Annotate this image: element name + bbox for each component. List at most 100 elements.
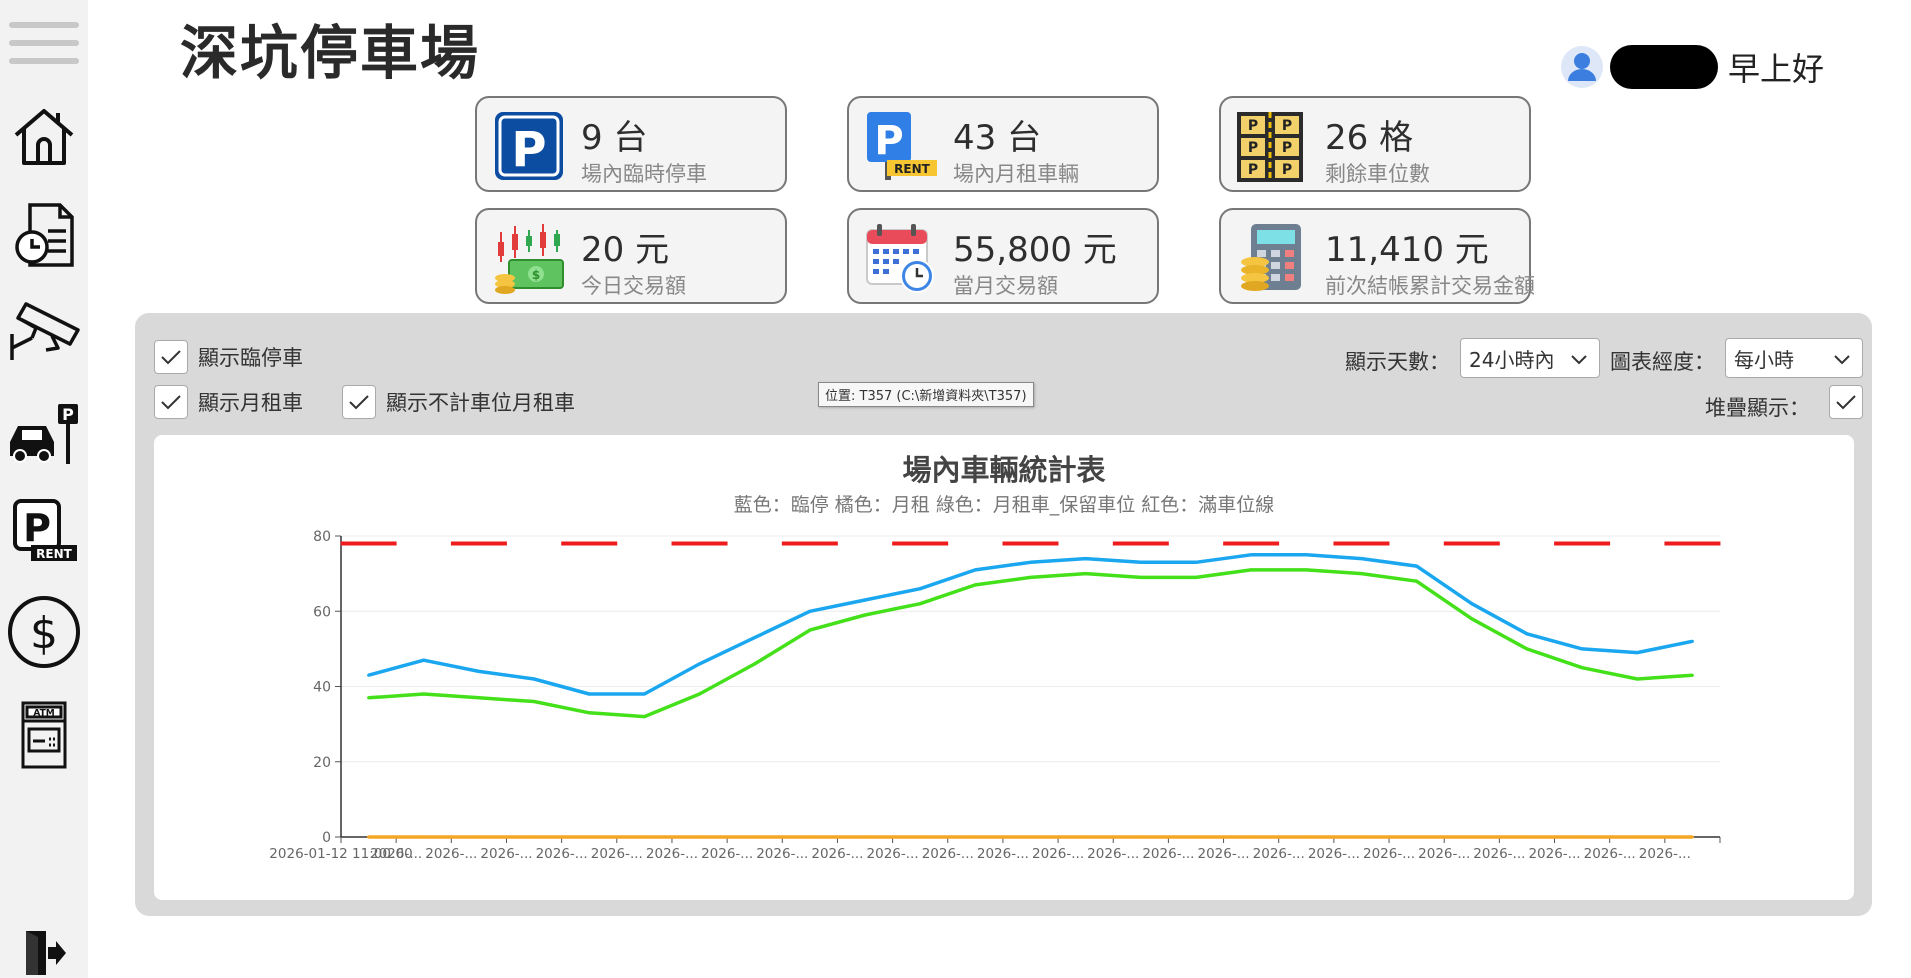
- home-icon[interactable]: [4, 104, 84, 168]
- x-tick-label: 2026-...: [1363, 846, 1415, 862]
- data-point: [587, 835, 591, 839]
- data-point: [973, 568, 977, 572]
- x-tick-label: 2026-...: [867, 846, 919, 862]
- parking-rent-sidebar-icon[interactable]: P RENT: [4, 496, 84, 566]
- stat-value: 11,410 元: [1325, 230, 1489, 270]
- checkbox-label: 顯示月租車: [198, 391, 303, 415]
- data-point: [1415, 564, 1419, 568]
- granularity-select[interactable]: 每小時: [1725, 338, 1863, 378]
- data-point: [808, 628, 812, 632]
- stat-label: 當月交易額: [953, 274, 1058, 298]
- data-point: [1580, 666, 1584, 670]
- show-monthly-checkbox[interactable]: 顯示月租車: [154, 385, 303, 419]
- y-tick-label: 60: [313, 604, 331, 620]
- data-point: [1084, 835, 1088, 839]
- data-point: [863, 598, 867, 602]
- checkbox-label: 顯示不計車位月租車: [386, 391, 575, 415]
- data-point: [1359, 572, 1363, 576]
- data-point: [1635, 835, 1639, 839]
- data-point: [1029, 575, 1032, 579]
- svg-text:P: P: [23, 506, 51, 550]
- line-chart: 0204060802026-01-12 11:00:002026-... 2026…: [269, 529, 1721, 862]
- x-tick-label: 2026-...: [1418, 846, 1470, 862]
- greeting-text: 早上好: [1728, 50, 1825, 88]
- show-temp-checkbox[interactable]: 顯示臨停車: [154, 340, 303, 374]
- data-point: [808, 835, 812, 839]
- parking-rent-icon: P RENT: [867, 112, 937, 180]
- data-point: [642, 692, 646, 696]
- y-tick-label: 80: [313, 529, 331, 545]
- page-title: 深坑停車場: [180, 19, 481, 87]
- stack-label: 堆疊顯示：: [1705, 396, 1810, 420]
- stat-value: 9 台: [581, 118, 648, 158]
- chevron-down-icon: [1571, 355, 1587, 365]
- data-point: [973, 583, 977, 587]
- data-point: [1249, 568, 1253, 572]
- data-point: [367, 835, 371, 839]
- redacted-user-name: [1610, 45, 1718, 89]
- data-point: [1525, 835, 1529, 839]
- data-point: [1635, 651, 1639, 655]
- data-point: [532, 700, 536, 704]
- data-point: [1635, 677, 1639, 681]
- parking-spaces-icon: P P P P P P: [1237, 112, 1303, 182]
- x-tick-label: 2026-...: [1087, 846, 1139, 862]
- svg-text:P: P: [1282, 118, 1292, 134]
- user-avatar-icon[interactable]: [1560, 45, 1604, 89]
- data-point: [587, 711, 591, 715]
- svg-text:P: P: [1248, 140, 1258, 156]
- data-point: [1029, 835, 1032, 839]
- sidebar: P P RENT $ ATM: [0, 0, 88, 978]
- stat-value: 43 台: [953, 118, 1042, 158]
- data-point: [1525, 647, 1529, 651]
- x-tick-label: 2026-...: [425, 846, 477, 862]
- check-icon: [1836, 395, 1856, 410]
- svg-text:ATM: ATM: [33, 709, 54, 719]
- data-point: [1580, 835, 1584, 839]
- granularity-label: 圖表經度：: [1610, 350, 1715, 374]
- data-point: [1029, 560, 1032, 564]
- x-tick-label: 2026-...: [1253, 846, 1305, 862]
- stat-label: 前次結帳累計交易金額: [1325, 274, 1535, 298]
- data-point: [1139, 835, 1143, 839]
- svg-text:P: P: [1282, 162, 1292, 178]
- logout-icon[interactable]: [4, 928, 84, 978]
- data-point: [698, 692, 702, 696]
- svg-text:P: P: [62, 405, 74, 424]
- x-tick-label: 2026-...: [536, 846, 588, 862]
- stat-card-today-revenue: $ 20 元 今日交易額: [475, 208, 787, 304]
- data-point: [1304, 553, 1308, 557]
- days-select[interactable]: 24小時內: [1460, 338, 1600, 378]
- show-unreserved-monthly-checkbox[interactable]: 顯示不計車位月租車: [342, 385, 575, 419]
- hamburger-menu-icon[interactable]: [4, 18, 84, 68]
- svg-text:P: P: [1282, 140, 1292, 156]
- stat-label: 場內臨時停車: [581, 162, 707, 186]
- data-point: [477, 696, 481, 700]
- x-tick-label: 2026-...: [756, 846, 808, 862]
- check-icon[interactable]: [154, 340, 188, 374]
- data-point: [422, 692, 426, 696]
- stat-card-temp-parking: P 9 台 場內臨時停車: [475, 96, 787, 192]
- stack-checkbox[interactable]: [1829, 385, 1863, 419]
- security-camera-icon[interactable]: [4, 296, 84, 366]
- x-tick-label: 2026-...: [1639, 846, 1691, 862]
- x-tick-label: 2026-...: [591, 846, 643, 862]
- data-point: [918, 587, 922, 591]
- x-tick-label: 2026-...: [646, 846, 698, 862]
- check-icon[interactable]: [154, 385, 188, 419]
- data-point: [1249, 835, 1253, 839]
- stat-label: 剩餘車位數: [1325, 162, 1430, 186]
- atm-icon[interactable]: ATM: [4, 698, 84, 772]
- data-point: [1304, 568, 1308, 572]
- money-chart-icon: $: [495, 224, 564, 294]
- data-point: [698, 835, 702, 839]
- document-clock-icon[interactable]: [4, 200, 84, 270]
- check-icon[interactable]: [342, 385, 376, 419]
- car-parking-icon[interactable]: P: [4, 400, 84, 468]
- svg-text:P: P: [874, 118, 903, 164]
- data-point: [1304, 835, 1308, 839]
- svg-text:RENT: RENT: [894, 162, 930, 176]
- data-point: [1525, 632, 1529, 636]
- dollar-icon[interactable]: $: [4, 594, 84, 670]
- stat-value: 26 格: [1325, 118, 1414, 158]
